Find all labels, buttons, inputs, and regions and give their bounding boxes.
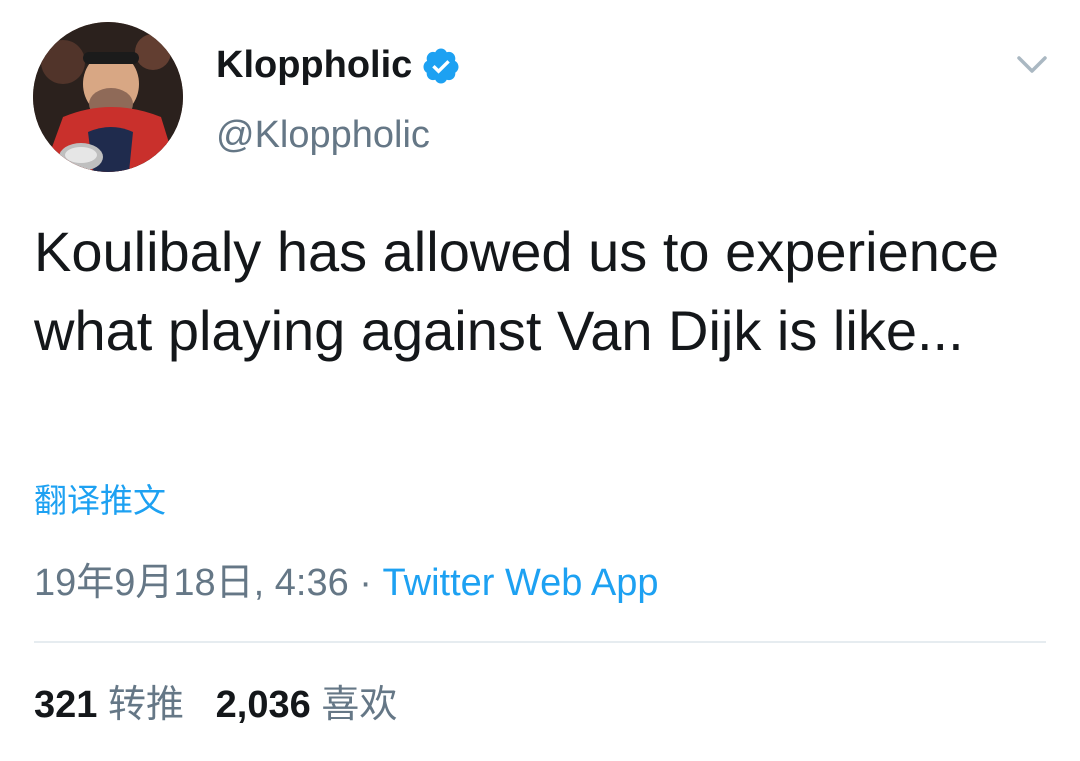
likes-label: 喜欢 [321,684,398,726]
avatar[interactable] [33,22,183,172]
retweets-label: 转推 [107,684,184,726]
likes-count: 2,036 [215,684,311,726]
source-link[interactable]: Twitter Web App [383,562,659,604]
tweet-stats: 321 转推 2,036 喜欢 [34,682,397,728]
tweet-text: Koulibaly has allowed us to experience w… [34,220,1000,362]
display-name[interactable]: Kloppholic [216,42,412,88]
timestamp[interactable]: 19年9月18日, 4:36 [34,562,349,604]
divider [34,641,1046,643]
likes-stat[interactable]: 2,036 喜欢 [216,684,398,726]
chevron-down-icon[interactable] [1014,50,1050,78]
avatar-photo [33,22,183,172]
meta-separator: · [348,562,383,604]
tweet-meta: 19年9月18日, 4:36 · Twitter Web App [34,560,659,606]
user-handle[interactable]: @Kloppholic [216,112,430,158]
retweets-stat[interactable]: 321 转推 [34,684,184,726]
retweets-count: 321 [34,684,98,726]
verified-badge-icon [423,48,459,84]
translate-tweet-link[interactable]: 翻译推文 [34,480,166,522]
